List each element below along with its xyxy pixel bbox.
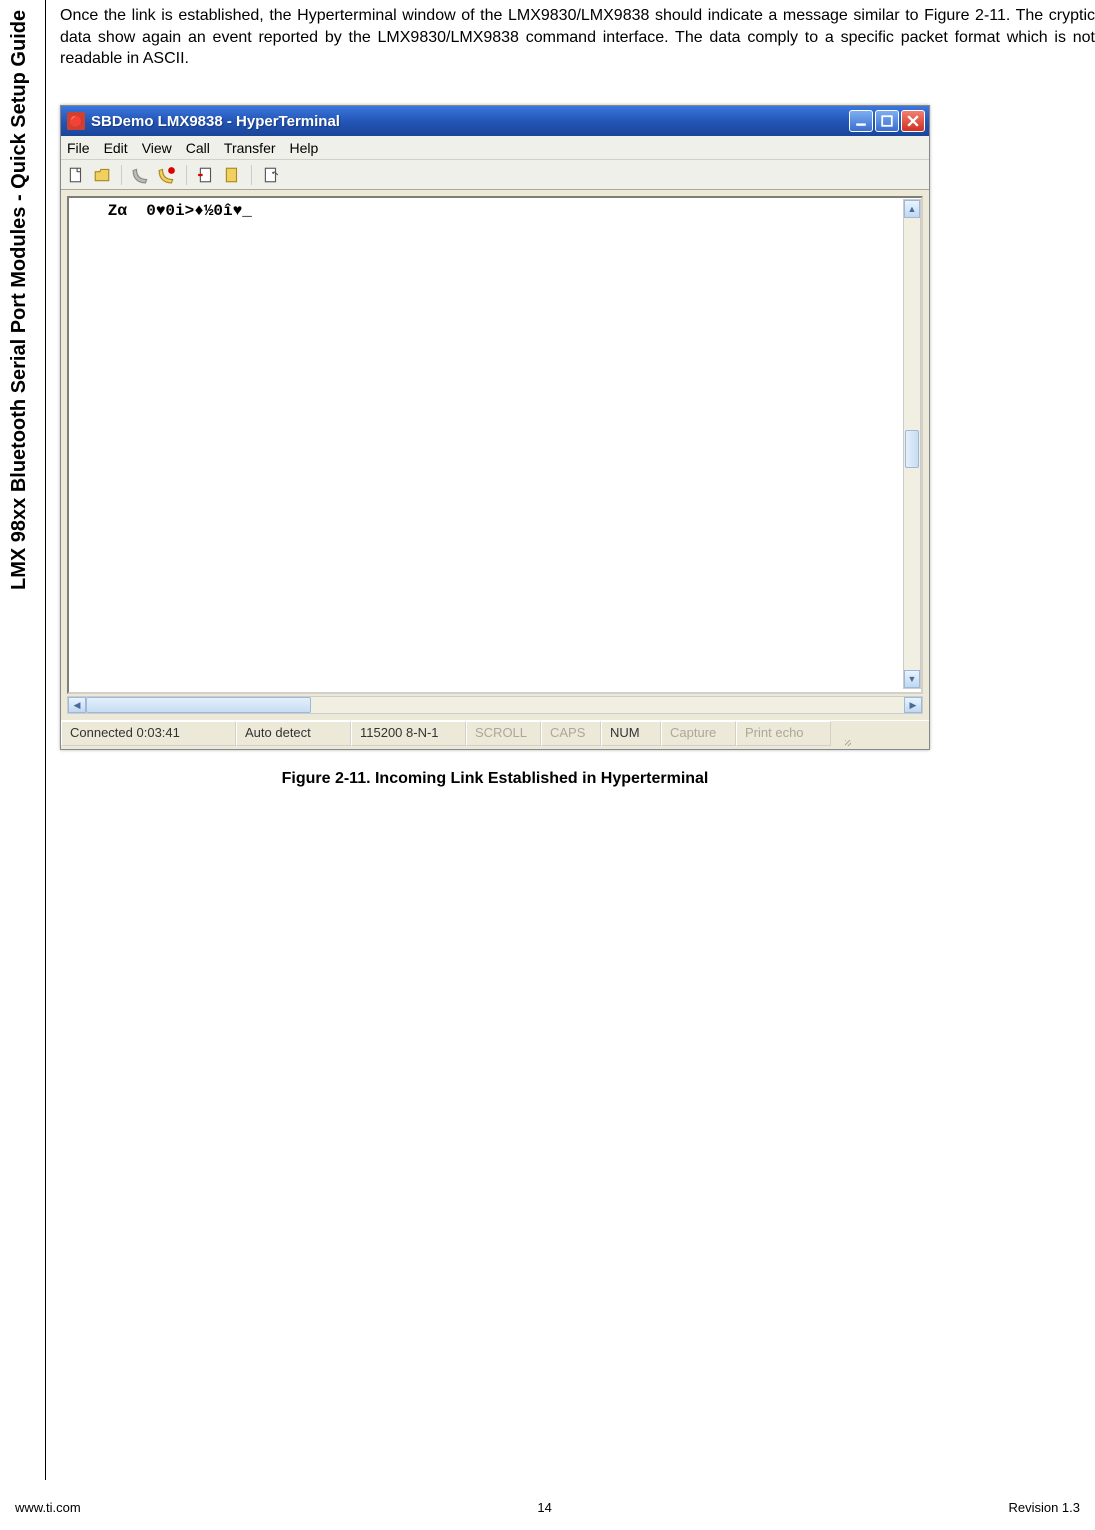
close-button[interactable] xyxy=(901,110,925,132)
menubar: File Edit View Call Transfer Help xyxy=(61,136,929,160)
close-icon xyxy=(907,115,919,127)
scroll-left-button[interactable]: ◀ xyxy=(68,697,86,713)
receive-icon[interactable] xyxy=(223,166,241,184)
maximize-icon xyxy=(881,115,893,127)
toolbar-separator xyxy=(121,165,122,185)
scroll-down-button[interactable]: ▼ xyxy=(904,670,920,688)
new-icon[interactable] xyxy=(67,166,85,184)
statusbar: Connected 0:03:41 Auto detect 115200 8-N… xyxy=(61,720,929,746)
status-caps: CAPS xyxy=(541,721,601,746)
scroll-right-button[interactable]: ▶ xyxy=(904,697,922,713)
page-footer: www.ti.com 14 Revision 1.3 xyxy=(15,1500,1080,1515)
titlebar[interactable]: 🔴 SBDemo LMX9838 - HyperTerminal xyxy=(61,106,929,136)
scroll-up-button[interactable]: ▲ xyxy=(904,200,920,218)
scroll-thumb[interactable] xyxy=(905,430,919,468)
body-paragraph: Once the link is established, the Hypert… xyxy=(60,5,1095,70)
minimize-icon xyxy=(855,115,867,127)
menu-view[interactable]: View xyxy=(142,140,172,156)
footer-revision: Revision 1.3 xyxy=(1008,1500,1080,1515)
app-icon: 🔴 xyxy=(67,112,85,130)
footer-url: www.ti.com xyxy=(15,1500,81,1515)
footer-page-number: 14 xyxy=(537,1500,551,1515)
status-detect: Auto detect xyxy=(236,721,351,746)
menu-call[interactable]: Call xyxy=(186,140,210,156)
send-icon[interactable] xyxy=(197,166,215,184)
properties-icon[interactable] xyxy=(262,166,280,184)
maximize-button[interactable] xyxy=(875,110,899,132)
menu-edit[interactable]: Edit xyxy=(104,140,128,156)
content-area: Zα 0♥0i>♦½0î♥_ ▲ ▼ ◀ ▶ xyxy=(61,190,929,720)
toolbar-separator xyxy=(251,165,252,185)
minimize-button[interactable] xyxy=(849,110,873,132)
status-num: NUM xyxy=(601,721,661,746)
status-printecho: Print echo xyxy=(736,721,831,746)
disconnect-icon[interactable] xyxy=(158,166,176,184)
toolbar xyxy=(61,160,929,190)
terminal-output[interactable]: Zα 0♥0i>♦½0î♥_ xyxy=(67,196,923,694)
call-icon[interactable] xyxy=(132,166,150,184)
vertical-scrollbar[interactable]: ▲ ▼ xyxy=(903,199,921,689)
status-scroll: SCROLL xyxy=(466,721,541,746)
status-capture: Capture xyxy=(661,721,736,746)
scroll-thumb[interactable] xyxy=(86,697,311,713)
menu-file[interactable]: File xyxy=(67,140,90,156)
horizontal-scrollbar[interactable]: ◀ ▶ xyxy=(67,696,923,714)
resize-grip-icon[interactable] xyxy=(831,721,851,746)
document-sidebar-title: LMX 98xx Bluetooth Serial Port Modules -… xyxy=(8,10,31,590)
window-title: SBDemo LMX9838 - HyperTerminal xyxy=(91,113,849,130)
status-connected: Connected 0:03:41 xyxy=(61,721,236,746)
toolbar-separator xyxy=(186,165,187,185)
open-icon[interactable] xyxy=(93,166,111,184)
menu-help[interactable]: Help xyxy=(290,140,319,156)
figure-caption: Figure 2-11. Incoming Link Established i… xyxy=(60,770,930,788)
menu-transfer[interactable]: Transfer xyxy=(224,140,276,156)
hyperterminal-window: 🔴 SBDemo LMX9838 - HyperTerminal File Ed… xyxy=(60,105,930,750)
status-baud: 115200 8-N-1 xyxy=(351,721,466,746)
terminal-text: Zα 0♥0i>♦½0î♥_ xyxy=(69,198,921,224)
